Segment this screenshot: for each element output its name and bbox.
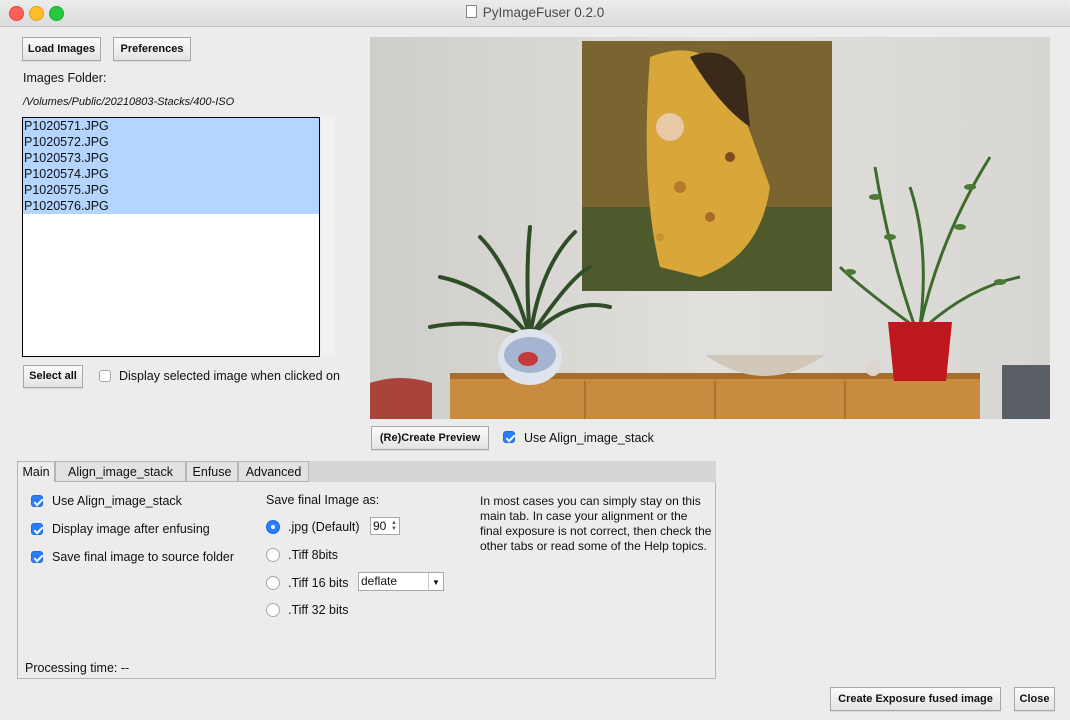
jpg-quality-value: 90 [373, 519, 387, 533]
processing-time: Processing time: -- [25, 661, 130, 675]
format-tiff32-radio[interactable] [266, 603, 280, 617]
window-title: PyImageFuser 0.2.0 [0, 5, 1070, 20]
load-images-button[interactable]: Load Images [22, 37, 101, 61]
title-bar: PyImageFuser 0.2.0 [0, 0, 1070, 27]
display-selected-label: Display selected image when clicked on [119, 369, 340, 383]
file-list-item[interactable]: P1020575.JPG [23, 182, 319, 198]
preview-use-align-label: Use Align_image_stack [524, 431, 654, 445]
close-button[interactable]: Close [1014, 687, 1055, 711]
save-as-label: Save final Image as: [266, 493, 380, 507]
tab-align-image-stack[interactable]: Align_image_stack [55, 461, 186, 482]
tab-main[interactable]: Main [17, 461, 55, 482]
select-all-button[interactable]: Select all [23, 365, 83, 388]
use-align-checkbox[interactable] [31, 495, 43, 507]
use-align-label: Use Align_image_stack [52, 494, 182, 508]
display-after-label: Display image after enfusing [52, 522, 210, 536]
format-tiff8-label: .Tiff 8bits [288, 548, 339, 562]
recreate-preview-button[interactable]: (Re)Create Preview [371, 426, 489, 450]
format-tiff16-label: .Tiff 16 bits [288, 576, 349, 590]
save-source-label: Save final image to source folder [52, 550, 235, 564]
file-list[interactable]: P1020571.JPG P1020572.JPG P1020573.JPG P… [22, 117, 320, 357]
folder-path: /Volumes/Public/20210803-Stacks/400-ISO [23, 96, 235, 108]
file-list-scrollbar[interactable] [321, 117, 335, 357]
help-text: In most cases you can simply stay on thi… [480, 494, 712, 553]
file-list-item[interactable]: P1020573.JPG [23, 150, 319, 166]
format-jpg-radio[interactable] [266, 520, 280, 534]
format-jpg-label: .jpg (Default) [288, 520, 360, 534]
tab-enfuse[interactable]: Enfuse [186, 461, 238, 482]
file-list-item[interactable]: P1020576.JPG [23, 198, 319, 214]
document-icon [465, 5, 477, 18]
chevron-down-icon[interactable]: ▼ [428, 573, 443, 590]
preview-image [370, 37, 1050, 419]
display-after-checkbox[interactable] [31, 523, 43, 535]
file-list-item[interactable]: P1020574.JPG [23, 166, 319, 182]
preview-photo [370, 37, 1050, 419]
save-source-checkbox[interactable] [31, 551, 43, 563]
display-selected-checkbox[interactable] [99, 370, 111, 382]
stepper-arrows-icon[interactable]: ▲ ▼ [391, 520, 398, 532]
file-list-item[interactable]: P1020571.JPG [23, 118, 319, 134]
format-tiff16-radio[interactable] [266, 576, 280, 590]
tab-advanced[interactable]: Advanced [238, 461, 309, 482]
preview-use-align-checkbox[interactable] [503, 431, 515, 443]
tiff-compression-select[interactable]: deflate ▼ [358, 572, 444, 591]
jpg-quality-stepper[interactable]: 90 ▲ ▼ [370, 517, 400, 535]
images-folder-label: Images Folder: [23, 71, 107, 85]
format-tiff8-radio[interactable] [266, 548, 280, 562]
tab-bar: Main Align_image_stack Enfuse Advanced [17, 461, 716, 482]
create-fused-image-button[interactable]: Create Exposure fused image [830, 687, 1001, 711]
preferences-button[interactable]: Preferences [113, 37, 191, 61]
file-list-item[interactable]: P1020572.JPG [23, 134, 319, 150]
tiff-compression-value: deflate [361, 574, 398, 588]
format-tiff32-label: .Tiff 32 bits [288, 603, 349, 617]
